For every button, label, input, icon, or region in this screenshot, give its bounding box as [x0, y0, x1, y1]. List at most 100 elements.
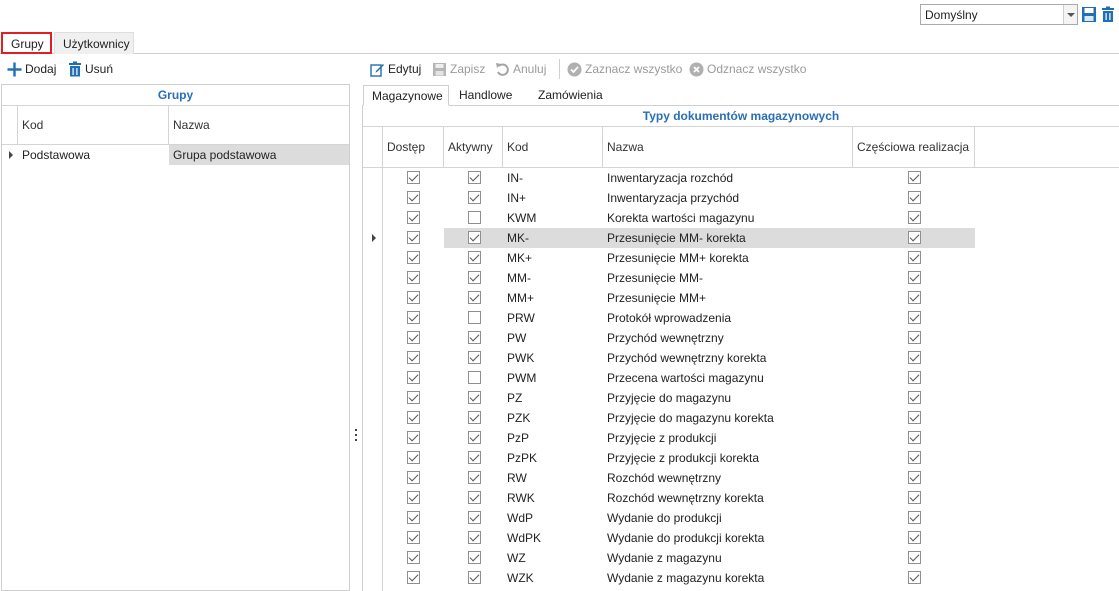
table-row[interactable]: PRW Protokół wprowadzenia [363, 308, 1119, 328]
dostep-checkbox[interactable] [407, 211, 420, 224]
dostep-checkbox[interactable] [407, 351, 420, 364]
edit-button[interactable]: Edytuj [370, 60, 421, 78]
dostep-checkbox[interactable] [407, 191, 420, 204]
czesciowa-realizacja-checkbox[interactable] [908, 451, 921, 464]
dostep-checkbox[interactable] [407, 391, 420, 404]
czesciowa-realizacja-checkbox[interactable] [908, 571, 921, 584]
czesciowa-realizacja-checkbox[interactable] [908, 271, 921, 284]
aktywny-checkbox[interactable] [468, 271, 481, 284]
cancel-button[interactable]: Anuluj [495, 60, 546, 78]
dostep-checkbox[interactable] [407, 511, 420, 524]
tab-handlowe[interactable]: Handlowe [451, 85, 520, 106]
czesciowa-realizacja-checkbox[interactable] [908, 371, 921, 384]
table-row[interactable]: PWM Przecena wartości magazynu [363, 368, 1119, 388]
dostep-checkbox[interactable] [407, 531, 420, 544]
aktywny-checkbox[interactable] [468, 511, 481, 524]
panel-splitter[interactable] [350, 84, 362, 591]
table-row[interactable]: PzP Przyjęcie z produkcji [363, 428, 1119, 448]
aktywny-checkbox[interactable] [468, 371, 481, 384]
add-button[interactable]: Dodaj [7, 60, 56, 78]
czesciowa-realizacja-checkbox[interactable] [908, 331, 921, 344]
czesciowa-realizacja-checkbox[interactable] [908, 431, 921, 444]
delete-button[interactable]: Usuń [68, 60, 113, 78]
column-header-czesciowa-realizacja[interactable]: Częściowa realizacja [853, 127, 975, 168]
column-header-dostep[interactable]: Dostęp [383, 127, 444, 168]
dostep-checkbox[interactable] [407, 271, 420, 284]
czesciowa-realizacja-checkbox[interactable] [908, 231, 921, 244]
czesciowa-realizacja-checkbox[interactable] [908, 211, 921, 224]
czesciowa-realizacja-checkbox[interactable] [908, 291, 921, 304]
aktywny-checkbox[interactable] [468, 211, 481, 224]
table-row[interactable]: RW Rozchód wewnętrzny [363, 468, 1119, 488]
layout-select[interactable]: Domyślny [920, 4, 1078, 25]
save-button[interactable]: Zapisz [432, 60, 485, 78]
table-row[interactable]: PW Przychód wewnętrzny [363, 328, 1119, 348]
trash-icon[interactable] [1100, 6, 1116, 23]
aktywny-checkbox[interactable] [468, 411, 481, 424]
czesciowa-realizacja-checkbox[interactable] [908, 251, 921, 264]
table-row[interactable]: MM- Przesunięcie MM- [363, 268, 1119, 288]
dostep-checkbox[interactable] [407, 411, 420, 424]
dostep-checkbox[interactable] [407, 171, 420, 184]
czesciowa-realizacja-checkbox[interactable] [908, 171, 921, 184]
dostep-checkbox[interactable] [407, 311, 420, 324]
column-header-kod[interactable]: Kod [18, 106, 169, 145]
table-row[interactable]: PZK Przyjęcie do magazynu korekta [363, 408, 1119, 428]
column-header-nazwa[interactable]: Nazwa [603, 127, 853, 168]
dostep-checkbox[interactable] [407, 571, 420, 584]
aktywny-checkbox[interactable] [468, 291, 481, 304]
tab-magazynowe[interactable]: Magazynowe [363, 85, 449, 106]
czesciowa-realizacja-checkbox[interactable] [908, 411, 921, 424]
aktywny-checkbox[interactable] [468, 391, 481, 404]
column-header-nazwa[interactable]: Nazwa [169, 106, 349, 145]
aktywny-checkbox[interactable] [468, 431, 481, 444]
czesciowa-realizacja-checkbox[interactable] [908, 531, 921, 544]
aktywny-checkbox[interactable] [468, 251, 481, 264]
dostep-checkbox[interactable] [407, 251, 420, 264]
table-row[interactable]: MM+ Przesunięcie MM+ [363, 288, 1119, 308]
aktywny-checkbox[interactable] [468, 491, 481, 504]
czesciowa-realizacja-checkbox[interactable] [908, 391, 921, 404]
select-all-button[interactable]: Zaznacz wszystko [567, 60, 682, 78]
table-row[interactable]: WZK Wydanie z magazynu korekta [363, 568, 1119, 588]
aktywny-checkbox[interactable] [468, 551, 481, 564]
aktywny-checkbox[interactable] [468, 571, 481, 584]
dostep-checkbox[interactable] [407, 491, 420, 504]
aktywny-checkbox[interactable] [468, 231, 481, 244]
column-header-kod[interactable]: Kod [503, 127, 603, 168]
table-row[interactable]: IN+ Inwentaryzacja przychód [363, 188, 1119, 208]
save-icon[interactable] [1081, 6, 1097, 23]
tab-zamowienia[interactable]: Zamówienia [530, 85, 611, 106]
table-row[interactable]: IN- Inwentaryzacja rozchód [363, 168, 1119, 188]
aktywny-checkbox[interactable] [468, 451, 481, 464]
dostep-checkbox[interactable] [407, 231, 420, 244]
aktywny-checkbox[interactable] [468, 471, 481, 484]
table-row[interactable]: KWM Korekta wartości magazynu [363, 208, 1119, 228]
table-row[interactable]: Podstawowa Grupa podstawowa [2, 145, 349, 165]
table-row[interactable]: PzPK Przyjęcie z produkcji korekta [363, 448, 1119, 468]
table-row[interactable]: PZ Przyjęcie do magazynu [363, 388, 1119, 408]
chevron-down-icon[interactable] [1063, 5, 1077, 24]
aktywny-checkbox[interactable] [468, 311, 481, 324]
table-row[interactable]: WdP Wydanie do produkcji [363, 508, 1119, 528]
dostep-checkbox[interactable] [407, 291, 420, 304]
aktywny-checkbox[interactable] [468, 171, 481, 184]
tab-grupy[interactable]: Grupy [1, 32, 52, 54]
dostep-checkbox[interactable] [407, 551, 420, 564]
table-row[interactable]: RWK Rozchód wewnętrzny korekta [363, 488, 1119, 508]
aktywny-checkbox[interactable] [468, 531, 481, 544]
czesciowa-realizacja-checkbox[interactable] [908, 491, 921, 504]
table-row[interactable]: WdPK Wydanie do produkcji korekta [363, 528, 1119, 548]
czesciowa-realizacja-checkbox[interactable] [908, 311, 921, 324]
czesciowa-realizacja-checkbox[interactable] [908, 191, 921, 204]
dostep-checkbox[interactable] [407, 451, 420, 464]
column-header-aktywny[interactable]: Aktywny [444, 127, 503, 168]
table-row[interactable]: MK+ Przesunięcie MM+ korekta [363, 248, 1119, 268]
dostep-checkbox[interactable] [407, 331, 420, 344]
dostep-checkbox[interactable] [407, 471, 420, 484]
czesciowa-realizacja-checkbox[interactable] [908, 351, 921, 364]
table-row[interactable]: MK- Przesunięcie MM- korekta [363, 228, 1119, 248]
czesciowa-realizacja-checkbox[interactable] [908, 511, 921, 524]
aktywny-checkbox[interactable] [468, 351, 481, 364]
deselect-all-button[interactable]: Odznacz wszystko [689, 60, 806, 78]
